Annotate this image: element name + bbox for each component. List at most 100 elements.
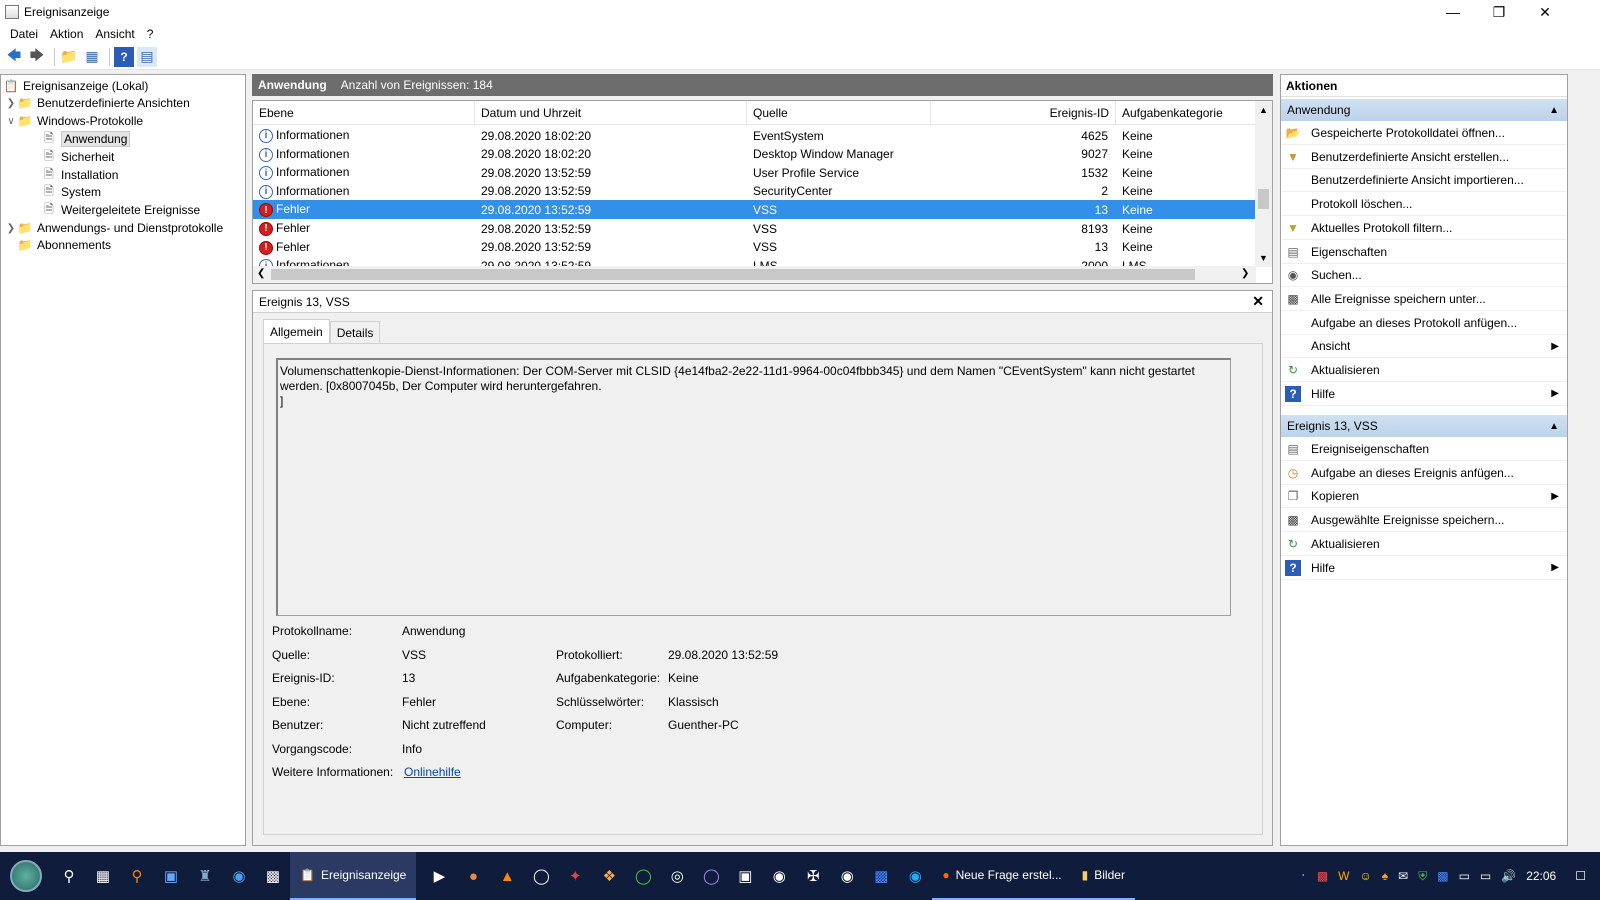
search-orange-icon[interactable]: ⚲	[120, 852, 154, 900]
taskbar-app-bilder[interactable]: ▮ Bilder	[1071, 852, 1135, 900]
action-aktualisieren[interactable]: ↻ Aktualisieren	[1281, 533, 1567, 556]
online-help-link[interactable]: Onlinehilfe	[404, 765, 461, 779]
actions-section-event[interactable]: Ereignis 13, VSS ▲	[1281, 415, 1567, 437]
action-gespeicherte-protokolldatei-öffnen[interactable]: 📂 Gespeicherte Protokolldatei öffnen...	[1281, 122, 1567, 145]
cross-icon[interactable]: ✠	[796, 852, 830, 900]
table-row[interactable]: ! Fehler 29.08.2020 13:52:59 VSS 8193 Keine	[253, 219, 1256, 238]
back-arrow-icon[interactable]: 🡄	[4, 47, 24, 67]
action-ansicht[interactable]: Ansicht ▶	[1281, 335, 1567, 359]
printer-icon[interactable]: ▩	[1437, 869, 1448, 883]
tab-details[interactable]: Details	[329, 321, 381, 343]
horizontal-scrollbar[interactable]: ❮ ❯	[253, 266, 1256, 283]
scroll-right-icon[interactable]: ❯	[1241, 268, 1249, 279]
edge-icon[interactable]: ◉	[222, 852, 256, 900]
search-icon[interactable]: ⚲	[52, 852, 86, 900]
globe-icon[interactable]: ◎	[660, 852, 694, 900]
up-folder-icon[interactable]: 📁	[59, 47, 79, 67]
action-aufgabe-an-dieses-ereignis-anfügen[interactable]: ◷ Aufgabe an dieses Ereignis anfügen...	[1281, 462, 1567, 485]
battery-icon[interactable]: ▭	[1459, 869, 1470, 883]
tree-item-custom-views[interactable]: ❯ 📁 Benutzerdefinierte Ansichten	[5, 94, 190, 112]
circle-purple-icon[interactable]: ◯	[694, 852, 728, 900]
table-row[interactable]: i Informationen 29.08.2020 18:02:20 Desktop…	[253, 145, 1256, 164]
sync-icon[interactable]: ◉	[830, 852, 864, 900]
action-hilfe[interactable]: ? Hilfe ▶	[1281, 383, 1567, 406]
camera-icon[interactable]: ◯	[524, 852, 558, 900]
app-blue-icon[interactable]: ▩	[864, 852, 898, 900]
action-aktualisieren[interactable]: ↻ Aktualisieren	[1281, 359, 1567, 382]
table-row[interactable]: i Informationen 29.08.2020 13:52:59 User Pr…	[253, 163, 1256, 182]
column-header-date[interactable]: Datum und Uhrzeit	[475, 101, 747, 125]
clock[interactable]: 22:06	[1526, 869, 1556, 883]
mail-icon[interactable]: ✉	[1398, 869, 1408, 883]
tree-item-subscriptions[interactable]: 📁 Abonnements	[17, 236, 112, 254]
tree-item-system[interactable]: 🗎 System	[41, 183, 101, 201]
column-header-level[interactable]: Ebene	[253, 101, 475, 125]
menu-datei[interactable]: Datei	[4, 27, 44, 41]
vlc-icon[interactable]: ▲	[490, 852, 524, 900]
task-view-icon[interactable]: ▦	[86, 852, 120, 900]
tree-item-app-logs[interactable]: ❯ 📁 Anwendungs- und Dienstprotokolle	[5, 219, 223, 237]
menu-aktion[interactable]: Aktion	[44, 27, 89, 41]
action-eigenschaften[interactable]: ▤ Eigenschaften	[1281, 241, 1567, 264]
vertical-scrollbar[interactable]: ▲ ▼	[1255, 101, 1272, 267]
column-header-source[interactable]: Quelle	[747, 101, 931, 125]
store-icon[interactable]: ▩	[256, 852, 290, 900]
table-row[interactable]: ! Fehler 29.08.2020 13:52:59 VSS 13 Keine	[253, 200, 1256, 220]
actions-section-anwendung[interactable]: Anwendung ▲	[1281, 99, 1567, 121]
wlan-icon[interactable]: W	[1338, 869, 1349, 883]
puzzle-icon[interactable]: ✦	[558, 852, 592, 900]
collapse-arrow-icon[interactable]: ▲	[1549, 421, 1559, 432]
action-kopieren[interactable]: ❐ Kopieren ▶	[1281, 485, 1567, 509]
bluetooth-icon[interactable]: ᛫	[1300, 869, 1307, 883]
tree-item-sicherheit[interactable]: 🗎 Sicherheit	[41, 148, 114, 166]
table-row[interactable]: ! Fehler 29.08.2020 13:52:59 VSS 13 Keine	[253, 238, 1256, 257]
close-icon[interactable]: ✕	[1252, 293, 1264, 310]
action-aufgabe-an-dieses-protokoll-anfügen[interactable]: Aufgabe an dieses Protokoll anfügen...	[1281, 312, 1567, 335]
network-icon[interactable]: ▭	[1480, 869, 1491, 883]
start-button-icon[interactable]	[0, 852, 52, 900]
scroll-down-icon[interactable]: ▼	[1259, 253, 1268, 263]
action-ereigniseigenschaften[interactable]: ▤ Ereigniseigenschaften	[1281, 438, 1567, 461]
notification-icon[interactable]: ☐	[1575, 869, 1586, 883]
tray-app-icon[interactable]: ♠	[1382, 869, 1388, 883]
action-alle-ereignisse-speichern-unter[interactable]: ▩ Alle Ereignisse speichern unter...	[1281, 288, 1567, 311]
tree-item-anwendung[interactable]: 🗎 Anwendung	[41, 130, 131, 148]
action-protokoll-löschen[interactable]: Protokoll löschen...	[1281, 193, 1567, 217]
menu-ansicht[interactable]: Ansicht	[89, 27, 140, 41]
tree-item-windows-logs[interactable]: ∨ 📁 Windows-Protokolle	[5, 112, 143, 130]
minimize-button[interactable]: —	[1430, 0, 1476, 24]
action-aktuelles-protokoll-filtern[interactable]: ▼ Aktuelles Protokoll filtern...	[1281, 217, 1567, 240]
taskbar-app-firefox[interactable]: ● Neue Frage erstel...	[932, 852, 1072, 900]
tower-icon[interactable]: ♜	[188, 852, 222, 900]
collapse-chevron-icon[interactable]: ∨	[5, 116, 17, 127]
taskbar-app-event-viewer[interactable]: 📋 Ereignisanzeige	[290, 852, 417, 900]
volume-icon[interactable]: 🔊	[1501, 869, 1516, 883]
help-icon[interactable]: ?	[114, 46, 134, 67]
tree-item-forwarded[interactable]: 🗎 Weitergeleitete Ereignisse	[41, 201, 200, 219]
steam-icon[interactable]: ◉	[762, 852, 796, 900]
expand-chevron-icon[interactable]: ❯	[5, 223, 17, 234]
chat-icon[interactable]: ▣	[728, 852, 762, 900]
table-row[interactable]: i Informationen 29.08.2020 13:52:59 Securit…	[253, 182, 1256, 201]
media-player-icon[interactable]: ▶	[422, 852, 456, 900]
show-hide-tree-icon[interactable]: ▦	[82, 47, 102, 67]
monitor-icon[interactable]: ▣	[154, 852, 188, 900]
close-window-button[interactable]: ✕	[1522, 0, 1568, 24]
menu-help[interactable]: ?	[141, 27, 160, 41]
event-message[interactable]: Volumenschattenkopie-Dienst-Informatione…	[276, 358, 1231, 616]
action-hilfe[interactable]: ? Hilfe ▶	[1281, 557, 1567, 580]
restore-button[interactable]: ❐	[1476, 0, 1522, 24]
vertical-scroll-thumb[interactable]	[1258, 189, 1269, 209]
forward-arrow-icon[interactable]: 🡆	[27, 47, 47, 67]
action-benutzerdefinierte-ansicht-erstellen[interactable]: ▼ Benutzerdefinierte Ansicht erstellen...	[1281, 146, 1567, 169]
action-benutzerdefinierte-ansicht-importieren[interactable]: Benutzerdefinierte Ansicht importieren..…	[1281, 169, 1567, 193]
scroll-left-icon[interactable]: ❮	[257, 268, 265, 279]
horizontal-scroll-thumb[interactable]	[271, 269, 1195, 280]
tool-icon[interactable]: ❖	[592, 852, 626, 900]
column-header-task-category[interactable]: Aufgabenkategorie	[1116, 101, 1256, 125]
action-suchen[interactable]: ◉ Suchen...	[1281, 264, 1567, 288]
action-ausgewählte-ereignisse-speichern[interactable]: ▩ Ausgewählte Ereignisse speichern...	[1281, 509, 1567, 533]
shield-icon[interactable]: ⛨	[1418, 869, 1427, 884]
smiley-icon[interactable]: ☺	[1360, 869, 1372, 883]
tree-item-root[interactable]: 📋 Ereignisanzeige (Lokal)	[3, 77, 149, 95]
